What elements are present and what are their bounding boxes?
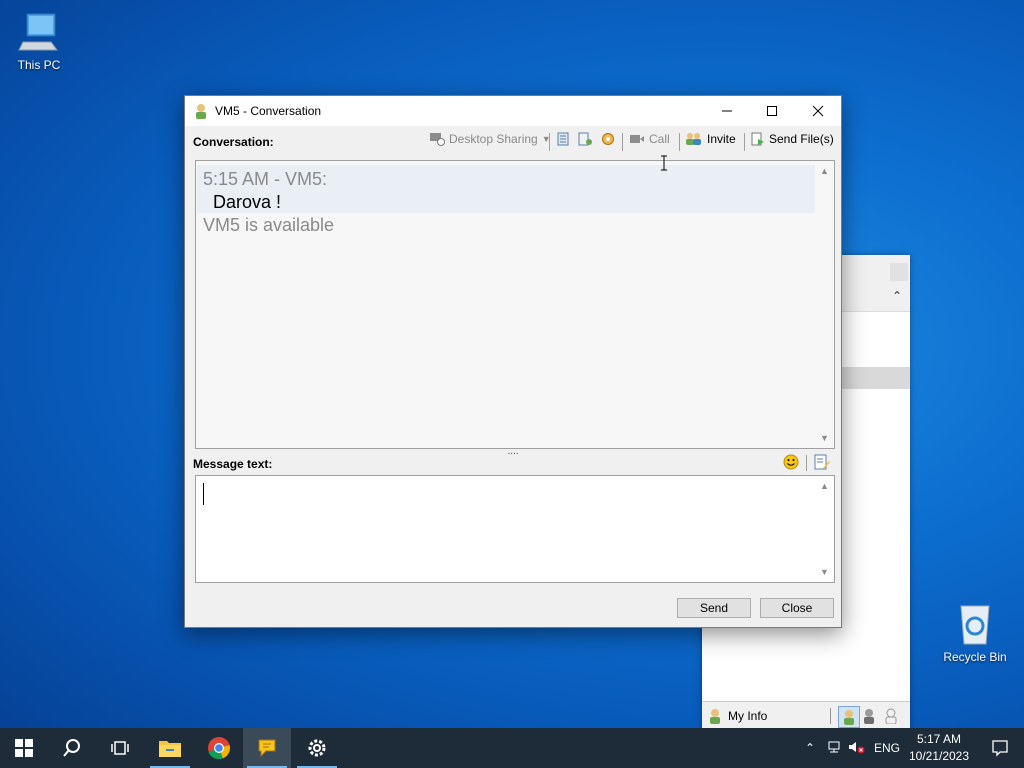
- message-input[interactable]: ▲ ▼: [195, 475, 835, 583]
- conversation-history[interactable]: 5:15 AM - VM5: Darova ! VM5 is available…: [195, 160, 835, 449]
- splitter-handle[interactable]: ....: [505, 447, 521, 457]
- edit-note-icon: [814, 454, 830, 470]
- call-button[interactable]: Call: [629, 132, 670, 146]
- windows-logo-icon: [15, 739, 33, 757]
- settings-app-button[interactable]: [293, 728, 341, 768]
- language-indicator[interactable]: ENG: [874, 741, 900, 755]
- minimize-icon: [722, 110, 732, 112]
- search-icon: [63, 739, 80, 757]
- collapse-icon[interactable]: ⌃: [892, 289, 902, 303]
- emoticon-button[interactable]: [783, 454, 799, 475]
- contact-list-footer: My Info: [702, 701, 910, 730]
- conversation-label: Conversation:: [193, 135, 274, 149]
- conversation-toolbar: Conversation: Desktop Sharing ▼ Call Inv…: [185, 128, 841, 154]
- recycle-bin-icon: [955, 602, 995, 646]
- status-away-icon[interactable]: [862, 708, 876, 727]
- status-online-icon[interactable]: [838, 706, 860, 728]
- mouse-ibeam-cursor: [660, 155, 668, 171]
- task-view-icon: [111, 741, 129, 755]
- this-pc-label: This PC: [17, 58, 61, 72]
- maximize-button[interactable]: [749, 96, 795, 126]
- desktop-sharing-label: Desktop Sharing: [449, 132, 538, 146]
- contact-info-button[interactable]: [578, 132, 592, 146]
- history-icon: [557, 132, 569, 146]
- chrome-button[interactable]: [195, 728, 243, 768]
- user-icon: [194, 103, 208, 124]
- scroll-down-icon[interactable]: ▼: [820, 567, 829, 577]
- notification-icon: [992, 740, 1008, 757]
- gear-icon: [602, 133, 614, 145]
- system-tray: ⌃ ENG: [802, 728, 900, 768]
- format-text-button[interactable]: [814, 454, 830, 475]
- close-button[interactable]: Close: [760, 598, 834, 618]
- taskbar: ⌃ ENG 5:17 AM 10/21/2023: [0, 728, 1024, 768]
- action-center-button[interactable]: [976, 728, 1024, 768]
- messenger-button[interactable]: [243, 728, 291, 768]
- text-cursor: [203, 483, 204, 505]
- message-text: Darova !: [213, 192, 282, 212]
- toolbar-separator: [744, 133, 745, 151]
- clock-date: 10/21/2023: [908, 749, 970, 763]
- computer-icon: [17, 10, 61, 54]
- show-hidden-icons-icon[interactable]: ⌃: [802, 741, 818, 755]
- scroll-up-icon[interactable]: ▲: [820, 481, 829, 491]
- input-scrollbar[interactable]: ▲ ▼: [817, 477, 833, 581]
- title-bar[interactable]: VM5 - Conversation: [185, 96, 841, 126]
- video-camera-icon: [630, 135, 644, 143]
- invite-button[interactable]: Invite: [685, 132, 736, 146]
- toolbar-separator: [622, 133, 623, 151]
- contact-list-button[interactable]: [890, 263, 908, 281]
- status-offline-icon[interactable]: [884, 708, 898, 727]
- desktop-sharing-button[interactable]: Desktop Sharing ▼: [429, 132, 551, 146]
- recycle-bin-label: Recycle Bin: [943, 650, 1007, 664]
- start-button[interactable]: [0, 728, 48, 768]
- invite-label: Invite: [707, 132, 736, 146]
- message-text-label: Message text:: [193, 457, 273, 471]
- folder-icon: [159, 741, 181, 757]
- toolbar-separator: [549, 133, 550, 151]
- close-icon: [812, 105, 824, 117]
- search-button[interactable]: [48, 728, 96, 768]
- file-explorer-button[interactable]: [146, 728, 194, 768]
- conversation-window[interactable]: VM5 - Conversation Conversation: Desktop…: [184, 95, 842, 628]
- window-title: VM5 - Conversation: [215, 104, 322, 118]
- user-icon: [708, 708, 722, 727]
- my-info-label[interactable]: My Info: [728, 709, 767, 723]
- call-label: Call: [649, 132, 670, 146]
- clock-time: 5:17 AM: [916, 732, 962, 746]
- toolbar-separator: [806, 455, 807, 471]
- minimize-button[interactable]: [704, 96, 750, 126]
- send-files-label: Send File(s): [769, 132, 834, 146]
- presence-status-text: VM5 is available: [203, 215, 335, 235]
- smiley-icon: [783, 454, 799, 470]
- settings-button[interactable]: [601, 132, 615, 146]
- close-window-button[interactable]: [795, 96, 841, 126]
- network-icon[interactable]: [826, 740, 842, 757]
- send-file-icon: [751, 132, 764, 146]
- message-header: 5:15 AM - VM5:: [203, 169, 328, 189]
- chat-bubble-icon: [258, 739, 276, 758]
- scroll-down-icon[interactable]: ▼: [820, 433, 829, 443]
- clock[interactable]: 5:17 AM 10/21/2023: [906, 731, 972, 765]
- status-divider: [830, 708, 831, 724]
- this-pc-desktop-icon[interactable]: This PC: [1, 10, 77, 72]
- toolbar-separator: [679, 133, 680, 151]
- desktop-sharing-icon: [430, 133, 445, 146]
- send-files-button[interactable]: Send File(s): [751, 132, 834, 146]
- volume-muted-icon[interactable]: [848, 740, 866, 757]
- history-scrollbar[interactable]: ▲ ▼: [817, 162, 833, 447]
- task-view-button[interactable]: [96, 728, 144, 768]
- scroll-up-icon[interactable]: ▲: [820, 166, 829, 176]
- invite-users-icon: [686, 133, 701, 145]
- contact-list-selected-row[interactable]: [840, 367, 910, 389]
- chrome-icon: [208, 737, 230, 760]
- send-button[interactable]: Send: [677, 598, 751, 618]
- history-button[interactable]: [556, 132, 570, 146]
- recycle-bin-desktop-icon[interactable]: Recycle Bin: [937, 602, 1013, 664]
- maximize-icon: [767, 106, 777, 116]
- gear-icon: [308, 739, 326, 757]
- contact-info-icon: [578, 132, 592, 146]
